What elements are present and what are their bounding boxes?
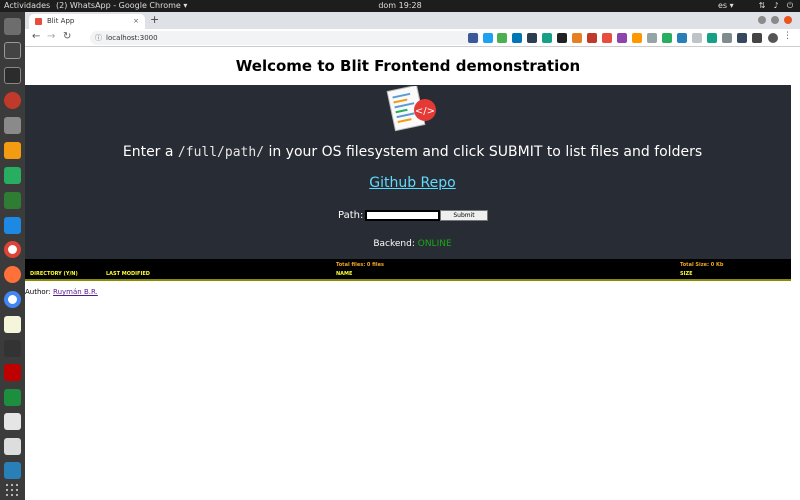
app-icon-dock-2[interactable] <box>4 42 21 59</box>
favicon-icon <box>35 18 42 25</box>
extension-icon-10[interactable] <box>602 33 612 43</box>
app-icon-dock-18[interactable] <box>4 438 21 455</box>
extension-icon-6[interactable] <box>542 33 552 43</box>
profile-avatar[interactable] <box>768 33 778 43</box>
backend-status-row: Backend: ONLINE <box>25 239 800 249</box>
app-icon-dock-7[interactable] <box>4 167 21 184</box>
extension-icon-20[interactable] <box>752 33 762 43</box>
app-header: </> Enter a /full/path/ in your OS files… <box>25 85 800 259</box>
backend-status-badge: ONLINE <box>417 239 452 249</box>
github-repo-container: Github Repo <box>25 175 800 191</box>
url-text[interactable]: localhost:3000 <box>106 31 158 45</box>
path-label: Path: <box>338 210 364 221</box>
forward-button[interactable]: → <box>47 31 55 42</box>
submit-button[interactable]: Submit <box>440 210 488 221</box>
author-footer: Author: Ruymán B.R. <box>25 288 98 296</box>
tab-blit-app[interactable]: Blit App × <box>29 14 145 29</box>
page-viewport: Welcome to Blit Frontend demonstration <… <box>25 48 800 500</box>
backend-label: Backend: <box>373 239 415 249</box>
path-input[interactable] <box>365 210 440 221</box>
maximize-button[interactable] <box>771 16 779 24</box>
page-title: Welcome to Blit Frontend demonstration <box>235 57 581 75</box>
app-icon-dock-14[interactable] <box>4 340 21 357</box>
spreadsheet-icon[interactable] <box>4 389 21 406</box>
instruction-suffix: in your OS filesystem and click SUBMIT t… <box>264 144 703 160</box>
extension-icon-16[interactable] <box>692 33 702 43</box>
show-applications-icon[interactable] <box>6 484 19 497</box>
minimize-button[interactable] <box>758 16 766 24</box>
address-bar[interactable]: ⓘ localhost:3000 ☆ <box>90 31 480 45</box>
file-table-header: Total files: 0 files Total Size: 0 Kb DI… <box>25 259 800 281</box>
dock <box>0 12 25 500</box>
extension-icon-15[interactable] <box>677 33 687 43</box>
instruction-prefix: Enter a <box>122 144 178 160</box>
extension-icon-7[interactable] <box>557 33 567 43</box>
extension-icon-19[interactable] <box>737 33 747 43</box>
total-files-label: Total files: 0 files <box>336 262 384 268</box>
column-header-last-modified[interactable]: LAST MODIFIED <box>106 271 150 277</box>
language-indicator[interactable]: es ▾ <box>718 0 734 12</box>
chrome-icon[interactable] <box>4 241 21 258</box>
network-icon[interactable]: ⇅ <box>758 0 766 12</box>
firefox-icon[interactable] <box>4 266 21 283</box>
extension-icon-8[interactable] <box>572 33 582 43</box>
clock[interactable]: dom 19:28 <box>0 0 800 12</box>
tab-close-icon[interactable]: × <box>133 14 139 29</box>
instruction-path-example: /full/path/ <box>177 145 265 160</box>
extension-icon-18[interactable] <box>722 33 732 43</box>
path-form: Path: Submit <box>25 210 800 224</box>
window-close-button[interactable] <box>784 16 792 24</box>
extension-icon-1[interactable] <box>468 33 478 43</box>
chromium-icon[interactable] <box>4 291 21 308</box>
extension-icon-2[interactable] <box>483 33 493 43</box>
column-header-name[interactable]: NAME <box>336 271 352 277</box>
new-tab-button[interactable]: + <box>150 13 159 26</box>
column-header-size[interactable]: SIZE <box>680 271 693 277</box>
extension-icon-14[interactable] <box>662 33 672 43</box>
app-logo: </> <box>386 86 436 132</box>
extension-icon-11[interactable] <box>617 33 627 43</box>
site-info-icon[interactable]: ⓘ <box>95 31 102 45</box>
back-button[interactable]: ← <box>32 31 40 42</box>
text-editor-icon[interactable] <box>4 316 21 333</box>
total-size-label: Total Size: 0 Kb <box>680 262 724 268</box>
svg-text:</>: </> <box>415 106 435 117</box>
app-icon-dock-8[interactable] <box>4 192 21 209</box>
extension-icon-3[interactable] <box>497 33 507 43</box>
extension-icon-4[interactable] <box>512 33 522 43</box>
chrome-menu-icon[interactable]: ⋮ <box>783 31 793 41</box>
extension-icon-13[interactable] <box>647 33 657 43</box>
app-icon-dock-17[interactable] <box>4 413 21 430</box>
extension-icon-17[interactable] <box>707 33 717 43</box>
tab-strip: Blit App × + <box>25 12 800 29</box>
author-label: Author: <box>25 288 51 296</box>
sublime-text-icon[interactable] <box>4 142 21 159</box>
app-icon-dock-9[interactable] <box>4 217 21 234</box>
app-icon-dock-5[interactable] <box>4 117 21 134</box>
github-repo-link[interactable]: Github Repo <box>369 175 455 191</box>
terminal-icon[interactable] <box>4 67 21 84</box>
app-icon-dock-1[interactable] <box>4 18 21 35</box>
extension-icon-12[interactable] <box>632 33 642 43</box>
extension-icon-5[interactable] <box>527 33 537 43</box>
reload-button[interactable]: ↻ <box>63 31 71 42</box>
tab-title: Blit App <box>47 17 75 25</box>
system-top-bar: Actividades (2) WhatsApp - Google Chrome… <box>0 0 800 12</box>
author-link[interactable]: Ruymán B.R. <box>53 288 98 296</box>
volume-icon[interactable]: ♪ <box>772 0 780 12</box>
page-scrollbar[interactable] <box>791 48 800 500</box>
column-header-directory[interactable]: DIRECTORY (Y/N) <box>30 271 78 277</box>
app-icon-dock-19[interactable] <box>4 462 21 479</box>
system-tray[interactable]: ⇅ ♪ ⏻ <box>758 0 794 12</box>
app-icon-dock-4[interactable] <box>4 92 21 109</box>
extension-icon-9[interactable] <box>587 33 597 43</box>
browser-toolbar: ← → ↻ ⓘ localhost:3000 ☆ ⋮ <box>25 29 800 47</box>
instruction-text: Enter a /full/path/ in your OS filesyste… <box>25 144 800 160</box>
power-icon[interactable]: ⏻ <box>786 0 794 12</box>
filezilla-icon[interactable] <box>4 364 21 381</box>
